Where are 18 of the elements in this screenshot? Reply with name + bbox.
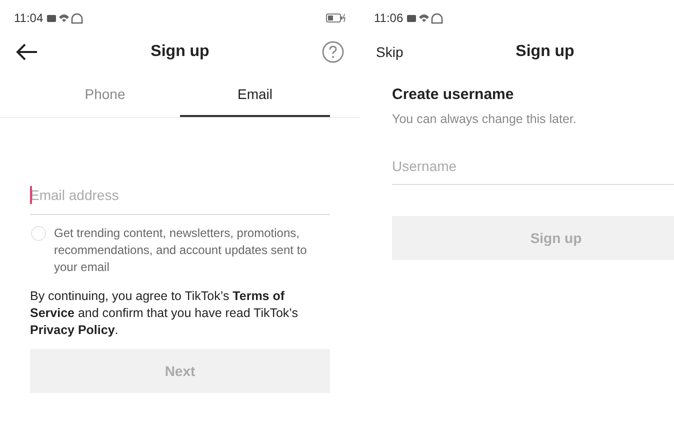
legal-text: By continuing, you agree to TikTok’s Terms of Service and confirm that you have read TikTok’s Privacy Policy. bbox=[30, 288, 299, 339]
battery-icon bbox=[326, 13, 346, 23]
heading: Create username bbox=[392, 86, 515, 103]
tab[interactable]: Phone bbox=[30, 72, 180, 117]
username-field[interactable]: Username bbox=[392, 158, 674, 174]
status-icons bbox=[47, 12, 86, 24]
skip-button[interactable]: Skip bbox=[376, 44, 408, 60]
tab[interactable]: Email bbox=[180, 72, 330, 117]
back-arrow-icon[interactable] bbox=[16, 43, 38, 61]
screen-title: Sign up bbox=[150, 43, 210, 61]
status-icons bbox=[407, 12, 446, 24]
status-time: 11:04 bbox=[14, 11, 44, 25]
status-time: 11:06 bbox=[374, 11, 404, 25]
help-icon[interactable] bbox=[322, 41, 344, 63]
subheading: You can always change this later. bbox=[392, 112, 578, 126]
opt-in-label: Get trending content, newsletters, promotions, recommendations, and account updates sent to your email bbox=[54, 225, 308, 276]
screen-title: Sign up bbox=[516, 43, 574, 61]
checkbox[interactable] bbox=[31, 226, 46, 241]
